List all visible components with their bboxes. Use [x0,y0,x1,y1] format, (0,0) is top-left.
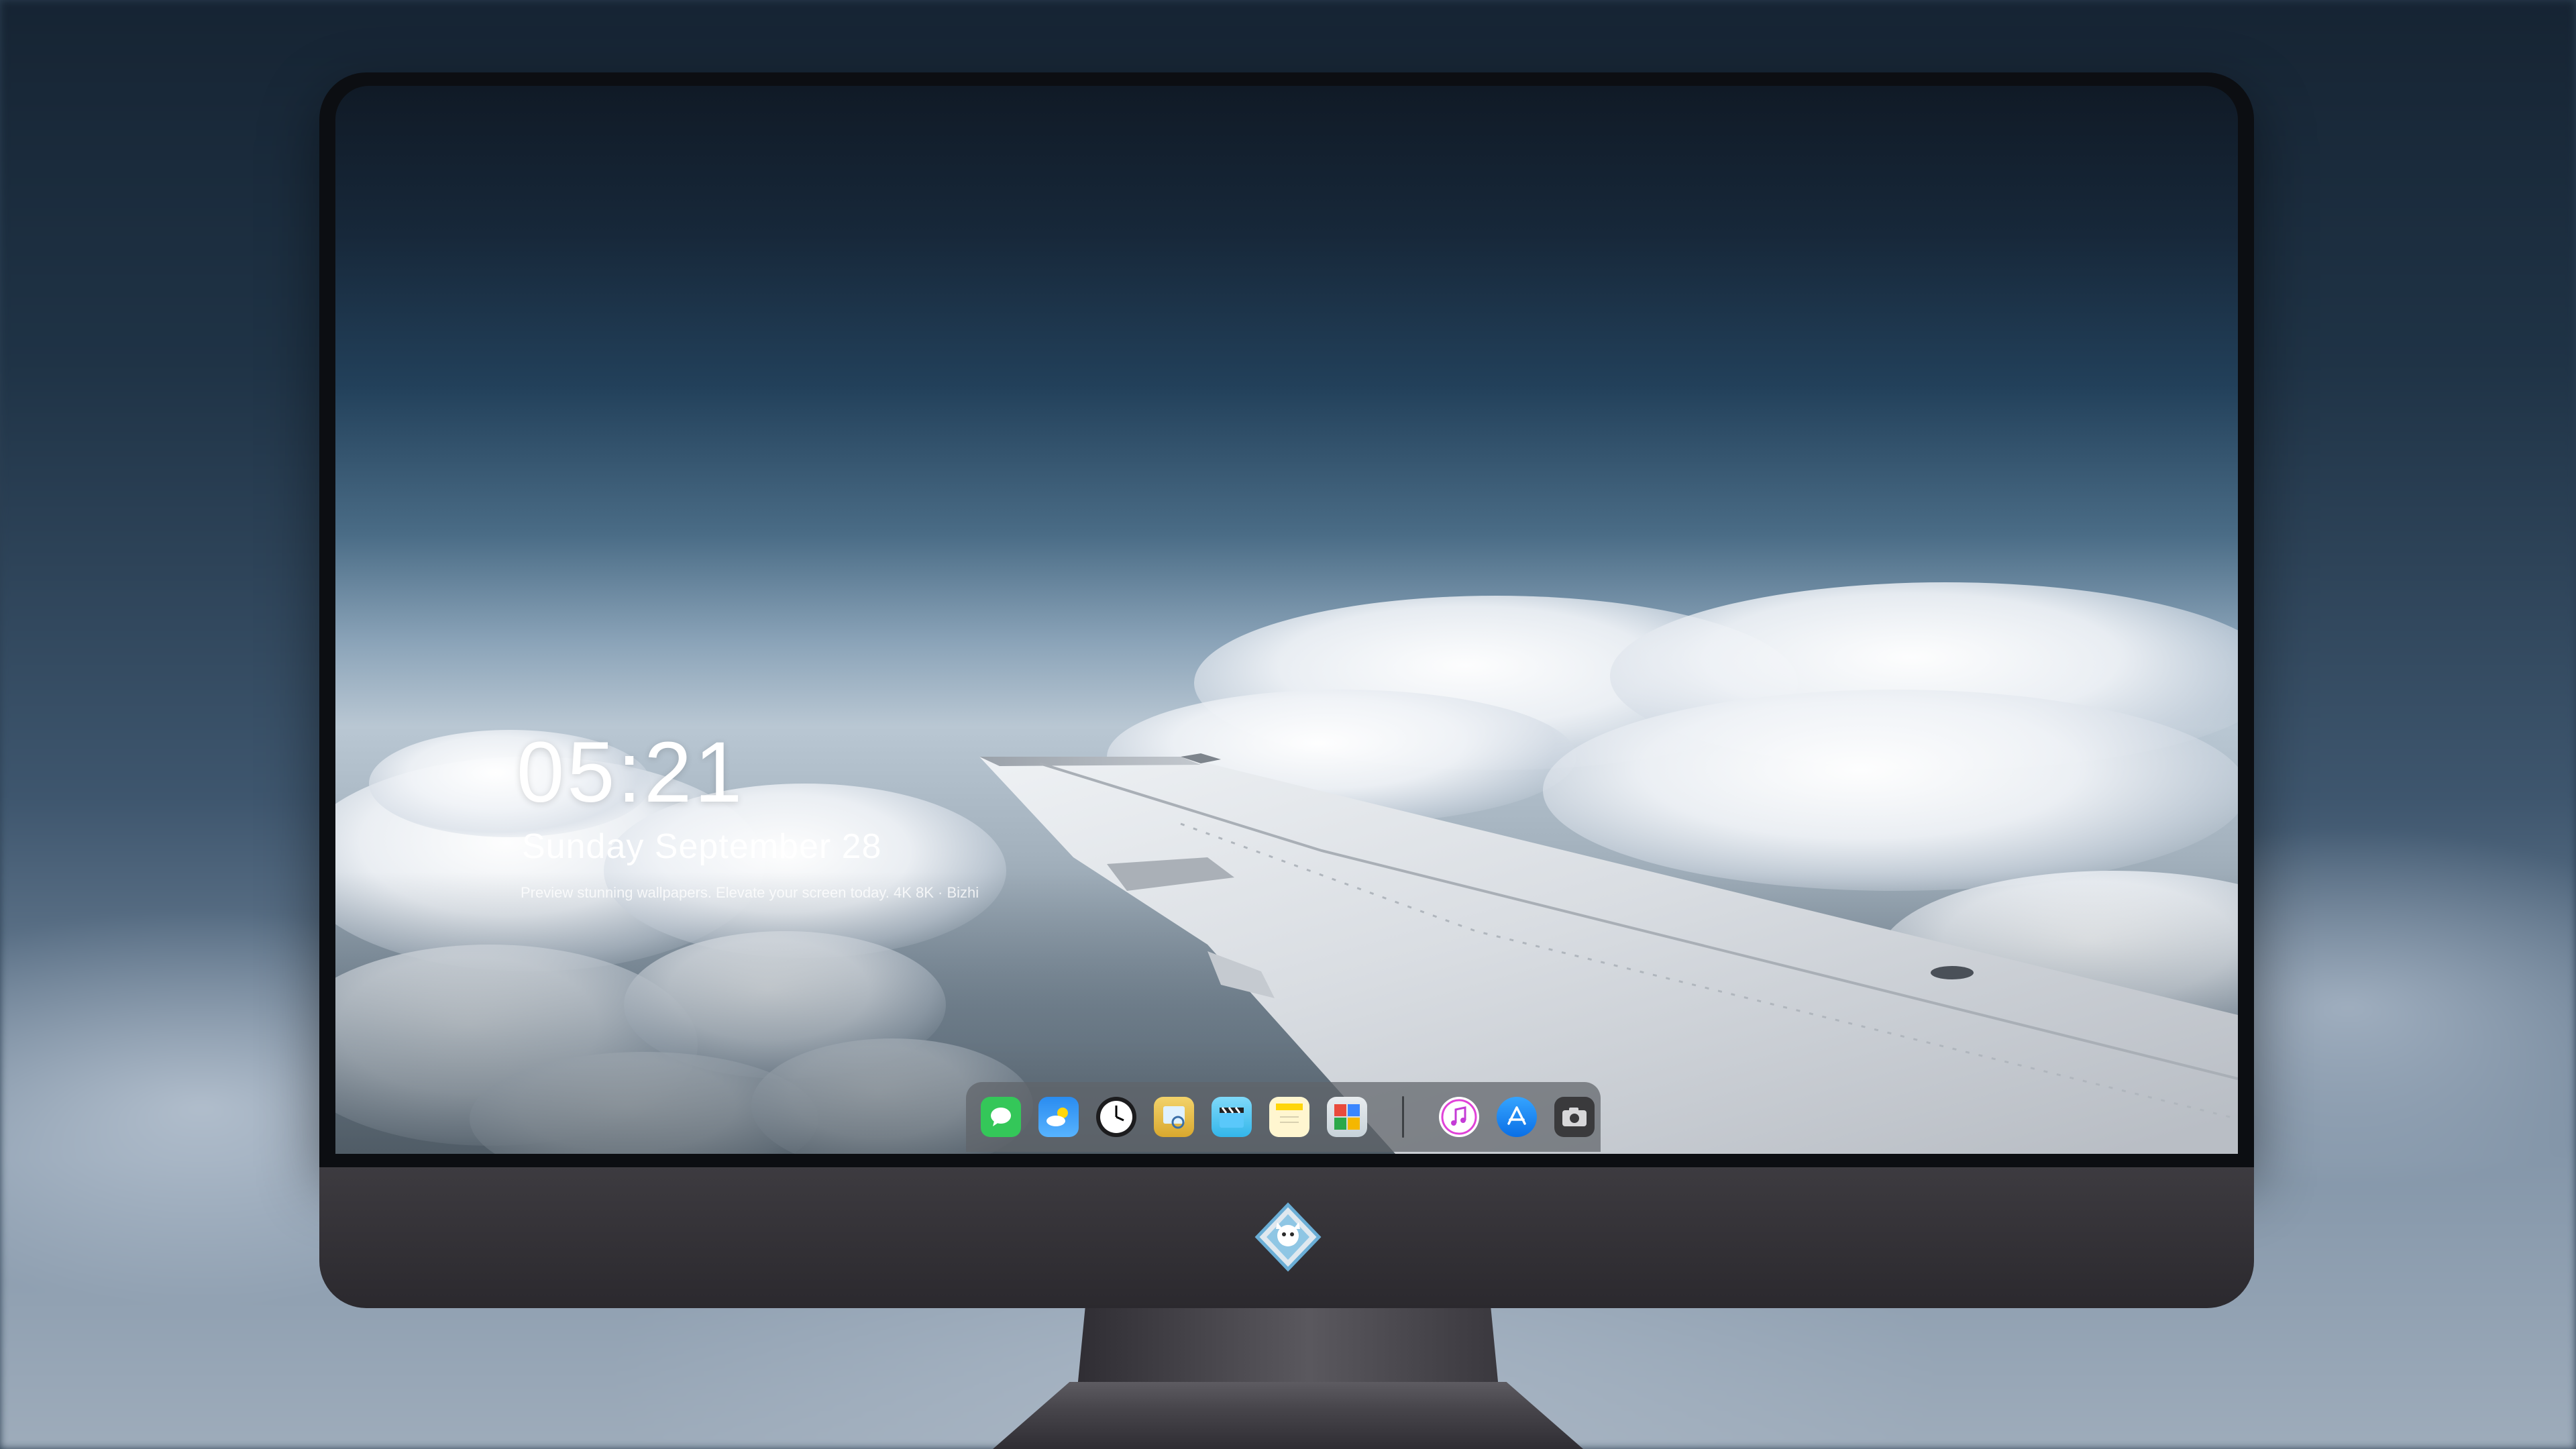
preview-icon[interactable] [1154,1097,1194,1137]
mascot-logo-icon [1252,1202,1324,1272]
dock-separator [1402,1096,1404,1138]
camera-icon[interactable] [1554,1097,1595,1137]
app-store-icon[interactable] [1497,1097,1537,1137]
weather-icon[interactable] [1038,1097,1079,1137]
desktop-screen: 05:21 Sunday September 28 Preview stunni… [335,86,2238,1154]
airplane-wing [979,753,2238,1154]
clips-icon[interactable] [1212,1097,1252,1137]
notes-icon[interactable] [1269,1097,1309,1137]
clock-icon[interactable] [1096,1097,1136,1137]
photo-booth-icon[interactable] [1327,1097,1367,1137]
wallpaper-tagline: Preview stunning wallpapers. Elevate you… [521,884,979,901]
lock-date: Sunday September 28 [522,827,882,866]
messages-icon[interactable] [981,1097,1021,1137]
monitor-stand-base [993,1382,1583,1449]
lock-clock: 05:21 [517,724,745,820]
dock [966,1082,1601,1152]
music-icon[interactable] [1439,1097,1479,1137]
